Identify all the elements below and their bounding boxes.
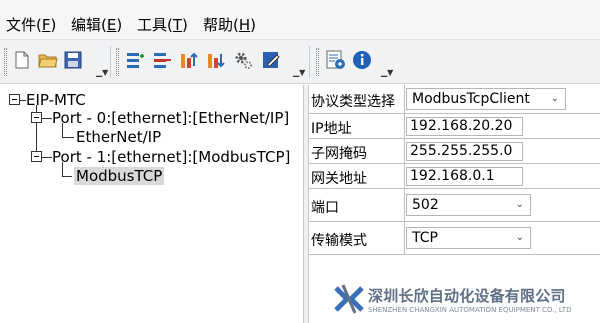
- save-icon[interactable]: [63, 50, 83, 70]
- toolbar: ▁▼ ▁▼ ▁▼: [0, 40, 600, 84]
- protocol-select[interactable]: ModbusTcpClient ⌄: [406, 88, 566, 110]
- menu-help-accel: H: [238, 16, 251, 34]
- company-logo-icon: [334, 284, 364, 314]
- property-row-mode: 传输模式 TCP ⌄: [309, 222, 600, 255]
- tree-node-ethernetip[interactable]: EtherNet/IP: [76, 128, 161, 146]
- company-watermark: 深圳长欣自动化设备有限公司 SHENZHEN CHANGXIN AUTOMATI…: [330, 278, 600, 323]
- menu-tools-accel: T: [172, 16, 183, 34]
- menu-help-label: 帮助(: [203, 16, 239, 34]
- edit-icon[interactable]: [262, 50, 282, 70]
- menu-file-accel: F: [41, 16, 51, 34]
- property-row-mask: 子网掩码 255.255.255.0: [309, 139, 600, 164]
- menu-help-suffix: ): [250, 16, 256, 34]
- tree-node-port0[interactable]: Port - 0:[ethernet]:[EtherNet/IP]: [52, 109, 289, 127]
- config-icon[interactable]: [326, 50, 346, 70]
- add-device-icon[interactable]: [125, 50, 145, 70]
- watermark-company-en: SHENZHEN CHANGXIN AUTOMATION EQUIPMENT C…: [368, 306, 572, 314]
- mask-label: 子网掩码: [311, 146, 367, 162]
- ip-label: IP地址: [311, 121, 352, 137]
- tree-connector: [62, 123, 63, 137]
- collapse-icon[interactable]: [31, 112, 42, 123]
- tree-connector: [62, 162, 63, 176]
- watermark-company-cn: 深圳长欣自动化设备有限公司: [368, 287, 566, 305]
- mode-select-value: TCP: [412, 230, 438, 246]
- protocol-select-value: ModbusTcpClient: [412, 91, 530, 107]
- chevron-down-icon: ⌄: [515, 232, 524, 243]
- menu-edit-accel: E: [106, 16, 117, 34]
- tree-connector: [42, 157, 52, 158]
- remove-device-icon[interactable]: [152, 50, 172, 70]
- tree-connector: [42, 118, 52, 119]
- port-label: 端口: [311, 200, 339, 216]
- toolbar-grip[interactable]: [316, 48, 319, 76]
- toolbar-separator: [309, 46, 310, 78]
- info-icon[interactable]: [352, 50, 372, 70]
- ip-field[interactable]: 192.168.20.20: [406, 117, 523, 136]
- open-folder-icon[interactable]: [38, 50, 58, 70]
- menu-edit[interactable]: 编辑(E): [71, 14, 122, 35]
- chevron-down-icon: ⌄: [550, 93, 559, 104]
- menu-help[interactable]: 帮助(H): [203, 14, 256, 35]
- property-row-protocol: 协议类型选择 ModbusTcpClient ⌄: [309, 85, 600, 114]
- menu-edit-label: 编辑(: [71, 16, 107, 34]
- menu-tools[interactable]: 工具(T): [137, 14, 188, 35]
- toolbar-grip[interactable]: [4, 48, 7, 76]
- tree-connector: [62, 176, 72, 177]
- toolbar3-dropdown-icon[interactable]: ▁▼: [381, 68, 393, 77]
- toolbar1-dropdown-icon[interactable]: ▁▼: [96, 68, 108, 77]
- gateway-field[interactable]: 192.168.0.1: [406, 167, 523, 186]
- collapse-icon[interactable]: [31, 151, 42, 162]
- menu-file-label: 文件(: [6, 16, 42, 34]
- tree-node-modbustcp[interactable]: ModbusTCP: [74, 167, 165, 185]
- tree-connector: [62, 137, 74, 138]
- menu-tools-suffix: ): [182, 16, 188, 34]
- settings-icon[interactable]: [233, 50, 253, 70]
- property-row-gateway: 网关地址 192.168.0.1: [309, 164, 600, 189]
- gateway-label: 网关地址: [311, 171, 367, 187]
- new-file-icon[interactable]: [12, 50, 32, 70]
- device-tree: EIP-MTC Port - 0:[ethernet]:[EtherNet/IP…: [0, 85, 303, 323]
- mode-label: 传输模式: [311, 233, 367, 249]
- toolbar-separator: [110, 46, 111, 78]
- property-row-ip: IP地址 192.168.20.20: [309, 114, 600, 139]
- tree-node-port1[interactable]: Port - 1:[ethernet]:[ModbusTCP]: [52, 148, 290, 166]
- menu-file-suffix: ): [50, 16, 57, 34]
- menu-file[interactable]: 文件(F): [6, 14, 56, 35]
- protocol-label: 协议类型选择: [311, 94, 395, 110]
- mode-select[interactable]: TCP ⌄: [406, 227, 531, 249]
- menu-tools-label: 工具(: [137, 16, 173, 34]
- port-select-value: 502: [412, 197, 439, 213]
- menu-edit-suffix: ): [116, 16, 123, 34]
- property-row-port: 端口 502 ⌄: [309, 189, 600, 222]
- toolbar-grip[interactable]: [116, 48, 119, 76]
- tree-node-root[interactable]: EIP-MTC: [26, 91, 86, 109]
- upload-icon[interactable]: [179, 50, 199, 70]
- toolbar2-dropdown-icon[interactable]: ▁▼: [293, 68, 305, 77]
- port-select[interactable]: 502 ⌄: [406, 194, 531, 216]
- mask-field[interactable]: 255.255.255.0: [406, 142, 523, 161]
- collapse-icon[interactable]: [9, 94, 20, 105]
- menu-bar: 文件(F) 编辑(E) 工具(T) 帮助(H): [0, 0, 600, 40]
- download-icon[interactable]: [206, 50, 226, 70]
- chevron-down-icon: ⌄: [515, 199, 524, 210]
